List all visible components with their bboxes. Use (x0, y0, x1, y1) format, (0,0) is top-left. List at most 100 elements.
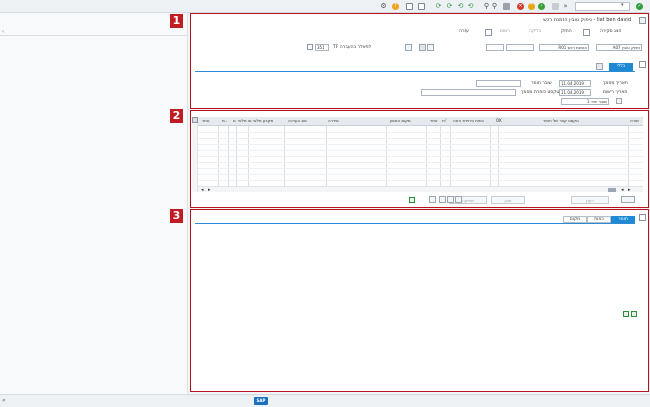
help-button[interactable]: עזרה (459, 29, 469, 34)
scroll-end-left-icon[interactable]: ◂ (621, 187, 624, 193)
grid-tool-2-icon[interactable] (439, 196, 446, 203)
reference-select[interactable]: R01 הזמנת רכש (539, 44, 589, 51)
command-dropdown-icon[interactable]: ▾ (621, 2, 624, 8)
print-icon[interactable] (503, 3, 510, 10)
tab-material[interactable]: חומר (611, 216, 635, 223)
double-arrow-icon[interactable]: » (562, 3, 569, 10)
refresh-button[interactable]: רענן (571, 196, 609, 204)
col-header-batch[interactable]: סידרה (328, 118, 339, 123)
prev-item-icon[interactable] (623, 311, 629, 317)
contents-button[interactable]: תוכן (491, 196, 525, 204)
hide-overview-button[interactable]: הצג סקירה (600, 29, 622, 34)
scroll-end-right-icon[interactable]: ▸ (628, 187, 631, 193)
scroll-right-icon[interactable]: ▸ (208, 187, 211, 193)
table-row[interactable] (198, 150, 643, 151)
customize-icon[interactable]: ⚙ (380, 3, 387, 10)
date-post-label: תאריך רישום (603, 90, 628, 95)
col-header-uom[interactable]: יח' (442, 118, 447, 123)
material-slip-label: שובר חומר (531, 81, 552, 86)
cancel-icon[interactable]: × (517, 3, 524, 10)
table-row[interactable] (198, 162, 643, 163)
binoculars-icon[interactable] (419, 44, 426, 51)
col-header-line[interactable]: שורה (630, 118, 639, 123)
filter-button[interactable] (621, 196, 635, 203)
section-badge-2: 2 (170, 109, 183, 123)
help-icon[interactable]: ? (392, 3, 399, 10)
col-header-s[interactable]: ס (233, 118, 236, 123)
col-header-material-text[interactable]: טקסט קצר של חומר (543, 118, 579, 123)
tab-general[interactable]: כללי (609, 63, 633, 71)
col-header-valuation[interactable]: סוג הערכה (288, 118, 307, 123)
exit-icon[interactable]: ^ (528, 3, 535, 10)
collapse-detail-icon[interactable] (639, 214, 646, 221)
grid-tool-3-icon[interactable] (447, 196, 454, 203)
screen-title: ניפוק טובין הזמנת רכש - liat ben david (543, 17, 631, 23)
material-slip-field[interactable] (476, 80, 521, 87)
col-header-plant[interactable]: אתר (430, 118, 438, 123)
grid-tool-1-icon[interactable] (429, 196, 436, 203)
date-doc-field[interactable]: 11.04.2019 (559, 80, 591, 87)
header-text-label: טקסט כותרת מסמך (521, 90, 560, 95)
collapse-header-icon[interactable] (639, 61, 646, 68)
hold-button[interactable]: החזק (561, 29, 572, 34)
header-section: ניפוק טובין הזמנת רכש - liat ben david ע… (190, 13, 649, 109)
items-grid[interactable] (198, 126, 643, 187)
col-header-ok[interactable]: OK (496, 118, 502, 123)
tab-underline (195, 71, 635, 72)
prev-page-icon[interactable]: ⟲ (457, 3, 464, 10)
back-icon[interactable]: ‹ (538, 3, 545, 10)
post-button[interactable]: רשום (500, 29, 510, 34)
left-navigation-pane: ‹ (0, 13, 188, 394)
new-session-icon[interactable] (418, 3, 425, 10)
mvt-checkbox[interactable] (307, 44, 313, 50)
po-number-field[interactable] (506, 44, 534, 51)
table-row[interactable] (198, 132, 643, 133)
scroll-thumb[interactable] (608, 188, 616, 192)
date-post-field[interactable]: 11.04.2019 (559, 89, 591, 96)
items-section: שורה טקסט קצר של חומר OK כמות ביחידת הזנ… (190, 110, 649, 208)
tab-quantity[interactable]: כמות (587, 216, 611, 223)
table-row[interactable] (198, 174, 643, 175)
check-button[interactable]: בדיקה (529, 29, 541, 34)
next-page-icon[interactable]: ⟳ (446, 3, 453, 10)
help-label: עזרה (459, 29, 469, 34)
find-icon[interactable]: ⚲ (491, 3, 498, 10)
checkmark-icon[interactable]: ✓ (636, 3, 643, 10)
mvt-help-button[interactable] (405, 44, 412, 51)
save-icon[interactable] (552, 3, 559, 10)
col-header-other[interactable]: אתר (202, 118, 210, 123)
grid-tool-4-icon[interactable] (455, 196, 462, 203)
mvt-type-field[interactable]: 351 (315, 44, 329, 51)
table-row[interactable] (198, 144, 643, 145)
col-header-qty[interactable]: כמות ביחידת הזנה (453, 118, 484, 123)
grid-horizontal-scrollbar[interactable]: ◂ ▸ ◂ ▸ (198, 186, 643, 193)
table-row[interactable] (198, 156, 643, 157)
next-item-icon[interactable] (631, 311, 637, 317)
slip-option-select[interactable]: 1 שובר יחיד (561, 98, 609, 105)
mvt-code-field[interactable] (486, 44, 504, 51)
table-row[interactable] (198, 168, 643, 169)
window-menu-icon[interactable] (639, 17, 646, 24)
scroll-left-icon[interactable]: ◂ (201, 187, 204, 193)
gear-icon[interactable] (427, 44, 434, 51)
gr-label-text: לפאלר בהעברה (339, 45, 372, 50)
print-slip-icon[interactable] (616, 98, 622, 104)
col-header-stock-det[interactable]: מקבע מלאי (253, 118, 273, 123)
detail-binoculars-icon[interactable] (596, 63, 603, 70)
export-excel-icon[interactable] (409, 197, 415, 203)
find-next-icon[interactable]: ⚲ (483, 3, 490, 10)
table-row[interactable] (198, 138, 643, 139)
collapse-status-icon[interactable]: « (2, 397, 6, 404)
tab-where[interactable]: מקום (563, 216, 587, 223)
col-header-storage[interactable]: מקום אחסון (390, 118, 411, 123)
header-text-field[interactable] (421, 89, 516, 96)
col-header-m[interactable]: מ.. (222, 118, 227, 123)
section-badge-3: 3 (170, 209, 183, 223)
table-row[interactable] (198, 180, 643, 181)
last-page-icon[interactable]: ⟳ (435, 3, 442, 10)
first-page-icon[interactable]: ⟲ (467, 3, 474, 10)
action-select[interactable]: A07 ניפוק טובין (596, 44, 642, 51)
shortcut-icon[interactable] (406, 3, 413, 10)
col-header-stock-type[interactable]: סו מלאי (238, 118, 252, 123)
grid-header-row: שורה טקסט קצר של חומר OK כמות ביחידת הזנ… (198, 117, 643, 126)
